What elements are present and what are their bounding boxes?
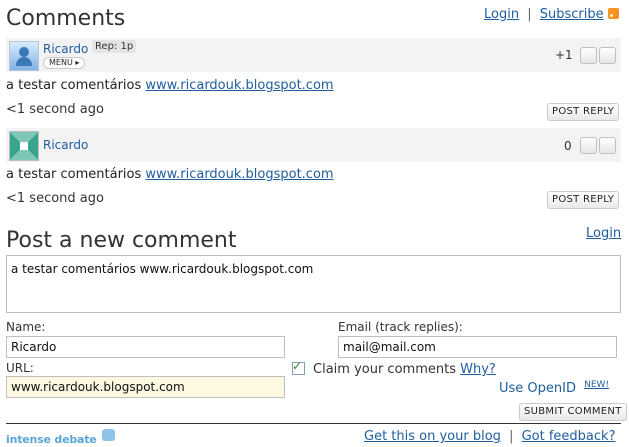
thumbs-up-icon[interactable] bbox=[580, 137, 597, 154]
avatar[interactable] bbox=[9, 41, 39, 71]
thumbs-down-icon[interactable] bbox=[599, 47, 616, 64]
get-blog-link[interactable]: Get this on your blog bbox=[364, 429, 501, 444]
why-link[interactable]: Why? bbox=[460, 362, 496, 377]
comment-link[interactable]: www.ricardouk.blogspot.com bbox=[145, 167, 333, 182]
intense-debate-logo[interactable]: intense debate bbox=[6, 429, 116, 446]
comment-timestamp: <1 second ago bbox=[6, 191, 104, 206]
footer-links: Get this on your blog | Got feedback? bbox=[364, 429, 615, 444]
comment-textarea[interactable]: a testar comentários www.ricardouk.blogs… bbox=[6, 255, 621, 313]
comment-timestamp: <1 second ago bbox=[6, 102, 104, 117]
header-separator: | bbox=[527, 7, 532, 22]
url-label: URL: bbox=[6, 361, 34, 375]
comments-title: Comments bbox=[6, 6, 126, 31]
post-reply-button[interactable]: POST REPLY bbox=[547, 103, 620, 121]
form-login-link[interactable]: Login bbox=[586, 226, 621, 241]
openid-link[interactable]: Use OpenID bbox=[499, 381, 576, 396]
checkmark-icon: ✓ bbox=[292, 359, 303, 373]
reputation-badge: Rep: 1p bbox=[92, 40, 137, 53]
comment-score: 0 bbox=[564, 139, 572, 153]
comment-score: +1 bbox=[555, 48, 573, 62]
login-link[interactable]: Login bbox=[484, 7, 519, 22]
comment-text: a testar comentários bbox=[6, 167, 142, 182]
comment-body: a testar comentários www.ricardouk.blogs… bbox=[6, 167, 334, 182]
footer-separator: | bbox=[509, 429, 514, 444]
claim-text: Claim your comments bbox=[313, 362, 456, 377]
footer-divider bbox=[6, 423, 621, 424]
thumbs-up-icon[interactable] bbox=[580, 47, 597, 64]
email-label: Email (track replies): bbox=[338, 320, 463, 334]
claim-label: Claim your comments Why? bbox=[313, 362, 496, 377]
subscribe-link[interactable]: Subscribe bbox=[540, 7, 604, 22]
post-reply-button[interactable]: POST REPLY bbox=[547, 191, 620, 209]
avatar[interactable] bbox=[9, 131, 39, 161]
email-field[interactable]: mail@mail.com bbox=[338, 336, 617, 358]
name-field[interactable]: Ricardo bbox=[6, 336, 285, 358]
comment-author[interactable]: Ricardo bbox=[43, 42, 88, 56]
feedback-link[interactable]: Got feedback? bbox=[522, 429, 616, 444]
comment-menu-button[interactable]: MENU ▸ bbox=[43, 57, 86, 69]
speech-bubble-icon bbox=[102, 429, 116, 441]
rss-icon[interactable] bbox=[607, 8, 619, 19]
name-label: Name: bbox=[6, 320, 46, 334]
caret-right-icon: ▸ bbox=[75, 58, 80, 67]
header-links: Login | Subscribe bbox=[484, 7, 619, 22]
new-badge: NEW! bbox=[584, 380, 610, 390]
comment-header-2 bbox=[6, 128, 621, 162]
post-comment-title: Post a new comment bbox=[6, 228, 237, 253]
comment-author[interactable]: Ricardo bbox=[43, 138, 88, 152]
thumbs-down-icon[interactable] bbox=[599, 137, 616, 154]
menu-label: MENU bbox=[49, 58, 73, 67]
submit-comment-button[interactable]: SUBMIT COMMENT bbox=[519, 403, 627, 421]
comment-body: a testar comentários www.ricardouk.blogs… bbox=[6, 78, 334, 93]
claim-checkbox[interactable]: ✓ bbox=[292, 359, 305, 375]
brand-text: intense debate bbox=[6, 433, 97, 446]
comment-text: a testar comentários bbox=[6, 78, 142, 93]
comment-link[interactable]: www.ricardouk.blogspot.com bbox=[145, 78, 333, 93]
url-field[interactable]: www.ricardouk.blogspot.com bbox=[6, 376, 285, 398]
openid-link-wrap: Use OpenID NEW! bbox=[499, 380, 609, 396]
